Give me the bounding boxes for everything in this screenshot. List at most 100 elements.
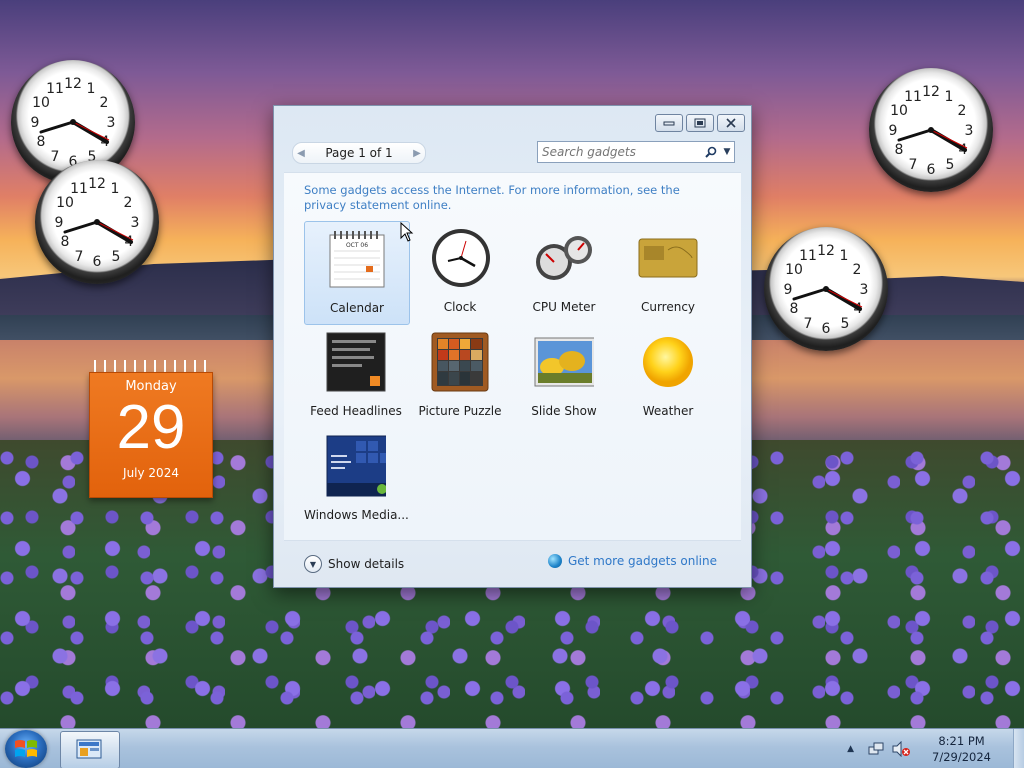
clock-icon	[430, 227, 490, 289]
show-hidden-icons-button[interactable]: ▲	[847, 744, 854, 754]
svg-text:9: 9	[55, 215, 64, 231]
chevron-down-icon: ▼	[304, 555, 322, 573]
svg-text:1: 1	[87, 81, 96, 97]
svg-text:11: 11	[46, 81, 64, 97]
svg-text:8: 8	[37, 134, 46, 150]
page-indicator: Page 1 of 1	[325, 146, 393, 160]
gadget-tile-cpu-meter[interactable]: CPU Meter	[512, 221, 616, 323]
taskbar-time: 8:21 PM	[938, 734, 985, 748]
svg-text:11: 11	[70, 181, 88, 197]
privacy-notice-link[interactable]: Some gadgets access the Internet. For mo…	[304, 183, 724, 213]
chevron-up-icon: ▲	[847, 744, 855, 754]
search-input[interactable]	[538, 143, 702, 161]
desktop-clock-gadget[interactable]: 12123 4567 891011	[764, 227, 888, 351]
search-dropdown-button[interactable]: ▼	[720, 143, 734, 161]
gadget-label: Slide Show	[531, 404, 597, 418]
search-button[interactable]	[702, 143, 720, 161]
volume-muted-icon[interactable]	[892, 741, 911, 757]
desktop-clock-gadget[interactable]: 12123 4567 891011	[35, 160, 159, 284]
gadget-tile-currency[interactable]: Currency	[616, 221, 720, 323]
calendar-binding-rings	[89, 360, 213, 372]
gadget-label: Feed Headlines	[310, 404, 402, 418]
svg-text:6: 6	[822, 321, 831, 337]
gadget-label: Clock	[443, 300, 477, 314]
svg-text:8: 8	[895, 142, 904, 158]
svg-text:9: 9	[889, 123, 898, 139]
weather-icon	[638, 331, 698, 393]
svg-text:9: 9	[31, 115, 40, 131]
gadget-list-pane: Some gadgets access the Internet. For mo…	[284, 172, 741, 541]
close-icon	[726, 118, 736, 128]
svg-text:8: 8	[790, 301, 799, 317]
svg-text:3: 3	[107, 115, 116, 131]
previous-page-button[interactable]: ◀	[293, 143, 309, 163]
svg-text:10: 10	[56, 195, 74, 211]
chevron-down-icon: ▼	[723, 147, 731, 157]
svg-text:8: 8	[61, 234, 70, 250]
slide-show-icon	[534, 331, 594, 393]
close-button[interactable]	[717, 114, 745, 132]
gadget-tile-weather[interactable]: Weather	[616, 325, 720, 427]
calendar-icon: OCT 06	[327, 228, 387, 290]
svg-text:12: 12	[817, 243, 835, 259]
globe-icon	[547, 554, 562, 568]
gadget-tile-slide-show[interactable]: Slide Show	[512, 325, 616, 427]
svg-text:3: 3	[965, 123, 974, 139]
taskbar: ▲ 8:21 PM 7/29/2024	[0, 728, 1024, 768]
desktop-calendar-gadget[interactable]: Monday 29 July 2024	[89, 360, 213, 498]
next-page-button[interactable]: ▶	[409, 143, 425, 163]
start-button[interactable]	[5, 730, 47, 768]
svg-text:6: 6	[927, 162, 936, 178]
gadget-tile-calendar[interactable]: OCT 06 Calendar	[304, 221, 410, 325]
gadget-label: Weather	[642, 404, 694, 418]
restore-icon	[694, 118, 706, 128]
gadget-tile-picture-puzzle[interactable]: Picture Puzzle	[408, 325, 512, 427]
calendar-month-year: July 2024	[123, 466, 179, 480]
svg-text:5: 5	[946, 157, 955, 173]
svg-text:1: 1	[840, 248, 849, 264]
svg-text:2: 2	[958, 103, 967, 119]
calendar-date-number: 29	[116, 393, 186, 462]
svg-text:2: 2	[124, 195, 133, 211]
control-panel-icon	[76, 739, 102, 759]
gadget-label: Currency	[640, 300, 696, 314]
svg-text:5: 5	[841, 316, 850, 332]
svg-text:12: 12	[88, 176, 106, 192]
svg-text:12: 12	[64, 76, 82, 92]
page-navigator: ◀ Page 1 of 1 ▶	[292, 142, 426, 164]
gadget-tile-windows-media-center[interactable]: Windows Media...	[304, 429, 409, 531]
get-more-gadgets-link[interactable]: Get more gadgets online	[547, 554, 717, 568]
arrow-left-icon: ◀	[297, 147, 305, 159]
currency-icon	[638, 227, 698, 289]
gadget-tile-feed-headlines[interactable]: Feed Headlines	[304, 325, 408, 427]
gadget-tile-clock[interactable]: Clock	[408, 221, 512, 323]
svg-text:6: 6	[93, 254, 102, 270]
calendar-day-name: Monday	[125, 379, 177, 394]
svg-text:7: 7	[804, 316, 813, 332]
gallery-footer: ▼ Show details Get more gadgets online	[274, 539, 751, 587]
taskbar-gadgets-app-button[interactable]	[60, 731, 120, 768]
svg-text:10: 10	[890, 103, 908, 119]
svg-text:1: 1	[111, 181, 120, 197]
show-desktop-button[interactable]	[1013, 729, 1024, 768]
calendar-icon-month: OCT 06	[346, 242, 368, 249]
taskbar-date: 7/29/2024	[932, 750, 991, 764]
svg-text:2: 2	[100, 95, 109, 111]
network-icon[interactable]	[868, 741, 884, 757]
taskbar-clock[interactable]: 8:21 PM 7/29/2024	[932, 733, 991, 765]
svg-text:3: 3	[860, 282, 869, 298]
gadget-label: CPU Meter	[532, 300, 596, 314]
search-icon	[705, 146, 717, 158]
show-details-button[interactable]: ▼ Show details	[304, 555, 404, 573]
gadget-label: Windows Media...	[304, 508, 409, 522]
window-controls	[655, 114, 745, 132]
get-more-gadgets-label: Get more gadgets online	[567, 554, 717, 568]
desktop-clock-gadget[interactable]: 12123 4567 891011	[869, 68, 993, 192]
svg-text:10: 10	[785, 262, 803, 278]
restore-button[interactable]	[686, 114, 714, 132]
minimize-button[interactable]	[655, 114, 683, 132]
show-details-label: Show details	[328, 557, 405, 571]
svg-text:1: 1	[945, 89, 954, 105]
svg-text:11: 11	[904, 89, 922, 105]
svg-text:7: 7	[75, 249, 84, 265]
